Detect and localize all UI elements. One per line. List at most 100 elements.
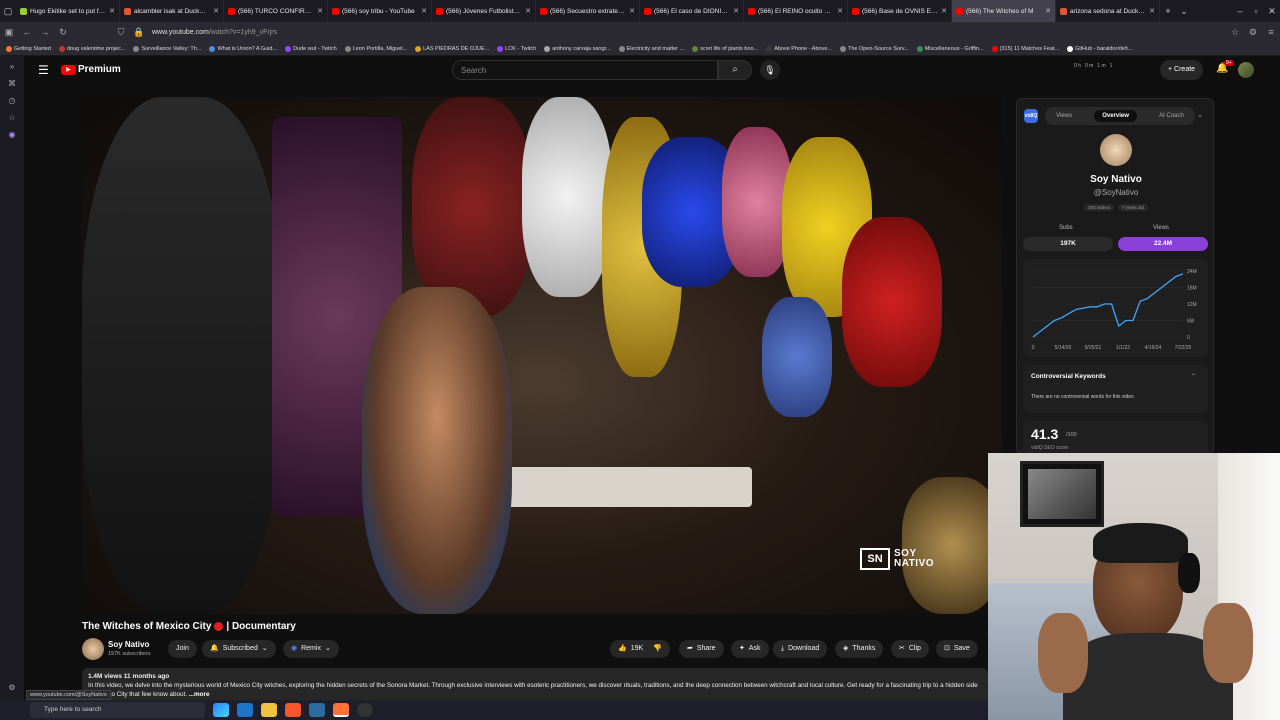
extensions-icon[interactable]: ⚙	[1244, 27, 1262, 38]
obs-icon[interactable]	[357, 703, 373, 717]
close-tab-icon[interactable]: ✕	[109, 7, 115, 15]
minimize-icon[interactable]: –	[1232, 6, 1248, 16]
search-button[interactable]: ⌕	[718, 60, 752, 80]
save-button[interactable]: ⊡ Save	[936, 640, 978, 658]
tabs-icon[interactable]: »	[10, 62, 14, 71]
bookmark-item[interactable]: The Open-Source Surv...	[839, 45, 909, 52]
browser-tab[interactable]: (566) soy tribu - YouTube ✕	[328, 0, 432, 22]
brave-icon[interactable]	[285, 703, 301, 717]
tab-overview[interactable]: Overview	[1094, 110, 1137, 122]
shield-icon[interactable]: ⛉	[112, 27, 130, 38]
close-window-icon[interactable]: ✕	[1264, 6, 1280, 17]
taskbar-search-input[interactable]: Type here to search	[30, 702, 205, 718]
channel-name[interactable]: Soy Nativo	[108, 640, 149, 649]
tab-list-icon[interactable]: ⌄	[1176, 6, 1192, 17]
close-tab-icon[interactable]: ✕	[837, 7, 843, 15]
star-icon[interactable]: ☆	[8, 113, 15, 122]
views-value[interactable]: 22.4M	[1118, 237, 1208, 251]
browser-tab[interactable]: arizona sedona at DuckDuc ✕	[1056, 0, 1160, 22]
bookmark-item[interactable]: LAS PIEDRAS DE OJUE...	[415, 45, 489, 52]
bookmarks-bar: Getting Started doug valentime projec... S…	[0, 42, 1280, 56]
new-tab-icon[interactable]: +	[1160, 6, 1176, 16]
extension-icon[interactable]: ◉	[9, 130, 16, 139]
youtube-logo[interactable]: ▶ Premium	[61, 64, 121, 75]
close-tab-icon[interactable]: ✕	[629, 7, 635, 15]
bookmark-item[interactable]: Getting Started	[6, 45, 51, 52]
close-tab-icon[interactable]: ✕	[525, 7, 531, 15]
settings-icon[interactable]: ⚙	[8, 683, 15, 692]
maximize-icon[interactable]: ▫	[1248, 6, 1264, 16]
bookmark-item[interactable]: Miscellaneous - Griffin...	[916, 45, 984, 52]
channel-avatar[interactable]	[82, 638, 104, 660]
steam-icon[interactable]	[309, 703, 325, 717]
close-tab-icon[interactable]: ✕	[733, 7, 739, 15]
tab-views[interactable]: Views	[1056, 113, 1072, 119]
video-player[interactable]	[82, 97, 1002, 614]
bookmark-item[interactable]: Electricity and matter ...	[618, 45, 684, 52]
chevron-down-icon[interactable]: ⌄	[1197, 111, 1203, 119]
subs-value[interactable]: 197K	[1023, 237, 1113, 251]
join-button[interactable]: Join	[168, 640, 197, 658]
reload-icon[interactable]: ↻	[54, 27, 72, 38]
forward-icon[interactable]: →	[36, 27, 54, 37]
hamburger-menu-icon[interactable]: ☰	[38, 63, 49, 77]
bookmark-item[interactable]: Dude wut - Twitch	[285, 45, 337, 52]
browser-tab[interactable]: (566) El REINO oculto Bajo ✕	[744, 0, 848, 22]
create-button[interactable]: + Create	[1160, 60, 1204, 80]
firefox-icon[interactable]	[333, 703, 349, 717]
menu-icon[interactable]: ≡	[1262, 27, 1280, 37]
store-icon[interactable]	[237, 703, 253, 717]
chevron-up-icon[interactable]: ⌃	[1191, 373, 1196, 380]
bookmarks-icon[interactable]: ⌘	[8, 79, 16, 88]
bookmark-item[interactable]: scret life of plants boo...	[692, 45, 758, 52]
browser-tab[interactable]: (566) El caso de DIONISIO L ✕	[640, 0, 744, 22]
bookmark-item[interactable]: doug valentime projec...	[59, 45, 125, 52]
browser-tab[interactable]: Hugo Ekitike set to put finis ✕	[16, 0, 120, 22]
thumbs-down-icon[interactable]: 👎	[653, 640, 662, 658]
browser-tab[interactable]: alcambler isak at DuckDuc ✕	[120, 0, 224, 22]
bookmark-item[interactable]: GitHub - baraldor/defi...	[1067, 45, 1132, 52]
browser-tab[interactable]: (566) Secuestro extraterrest ✕	[536, 0, 640, 22]
close-tab-icon[interactable]: ✕	[317, 7, 323, 15]
url-bar[interactable]: www.youtube.com/watch?v=1yh9_vFrjrs	[152, 29, 277, 36]
thanks-button[interactable]: ◈ Thanks	[835, 640, 884, 658]
download-button[interactable]: ⤓ Download	[773, 640, 828, 658]
folder-icon[interactable]	[261, 703, 277, 717]
more-link[interactable]: ...more	[189, 691, 210, 698]
bookmark-star-icon[interactable]: ☆	[1226, 27, 1244, 38]
ask-button[interactable]: ✦ Ask	[731, 640, 769, 658]
close-tab-icon[interactable]: ✕	[421, 7, 427, 15]
bookmark-item[interactable]: LCK - Twitch	[497, 45, 536, 52]
history-icon[interactable]: ◷	[9, 96, 16, 105]
bookmark-item[interactable]: anthony carvaja sangr...	[544, 45, 611, 52]
close-tab-icon[interactable]: ✕	[1149, 7, 1155, 15]
bookmark-item[interactable]: Leon Portilla, Miguel...	[344, 45, 407, 52]
bookmark-item[interactable]: Above Phone - Above...	[766, 45, 832, 52]
bookmark-favicon-icon	[133, 45, 140, 52]
remix-button[interactable]: ◉ Remix ⌄	[283, 640, 339, 658]
description-box[interactable]: 1.4M views 11 months ago In this video, …	[82, 668, 988, 704]
sidebar-toggle-icon[interactable]: ▢	[0, 6, 16, 17]
close-tab-icon[interactable]: ✕	[941, 7, 947, 15]
like-button[interactable]: 👍 19K 👎	[610, 640, 670, 658]
edge-icon[interactable]	[213, 703, 229, 717]
share-button[interactable]: ➦ Share	[679, 640, 724, 658]
browser-tab[interactable]: (566) Jóvenes Futbolistas M ✕	[432, 0, 536, 22]
bookmark-item[interactable]: Surveillance Valley: Th...	[133, 45, 201, 52]
mic-icon[interactable]: 🎙	[760, 60, 780, 80]
close-tab-icon[interactable]: ✕	[213, 7, 219, 15]
back-icon[interactable]: ←	[18, 27, 36, 37]
bookmark-item[interactable]: What is Union? A Guid...	[209, 45, 277, 52]
close-tab-icon[interactable]: ✕	[1045, 7, 1051, 15]
sidebar-icon[interactable]: ▣	[0, 27, 18, 38]
bookmark-item[interactable]: (315) 11 Matches Feat...	[991, 45, 1059, 52]
controversial-keywords-box[interactable]: Controversial Keywords ⌃ There are no co…	[1023, 365, 1208, 413]
tab-ai-coach[interactable]: AI Coach	[1159, 113, 1184, 119]
clip-button[interactable]: ✂ Clip	[891, 640, 929, 658]
account-avatar[interactable]	[1238, 62, 1254, 78]
browser-tab[interactable]: (566) The Witches of M ✕	[952, 0, 1056, 22]
browser-tab[interactable]: (566) Base de OVNIS El Mi ✕	[848, 0, 952, 22]
search-input[interactable]: Search	[452, 60, 718, 80]
browser-tab[interactable]: (566) TURCO CONFIRMA M ✕	[224, 0, 328, 22]
subscribed-button[interactable]: 🔔 Subscribed ⌄	[202, 640, 276, 658]
